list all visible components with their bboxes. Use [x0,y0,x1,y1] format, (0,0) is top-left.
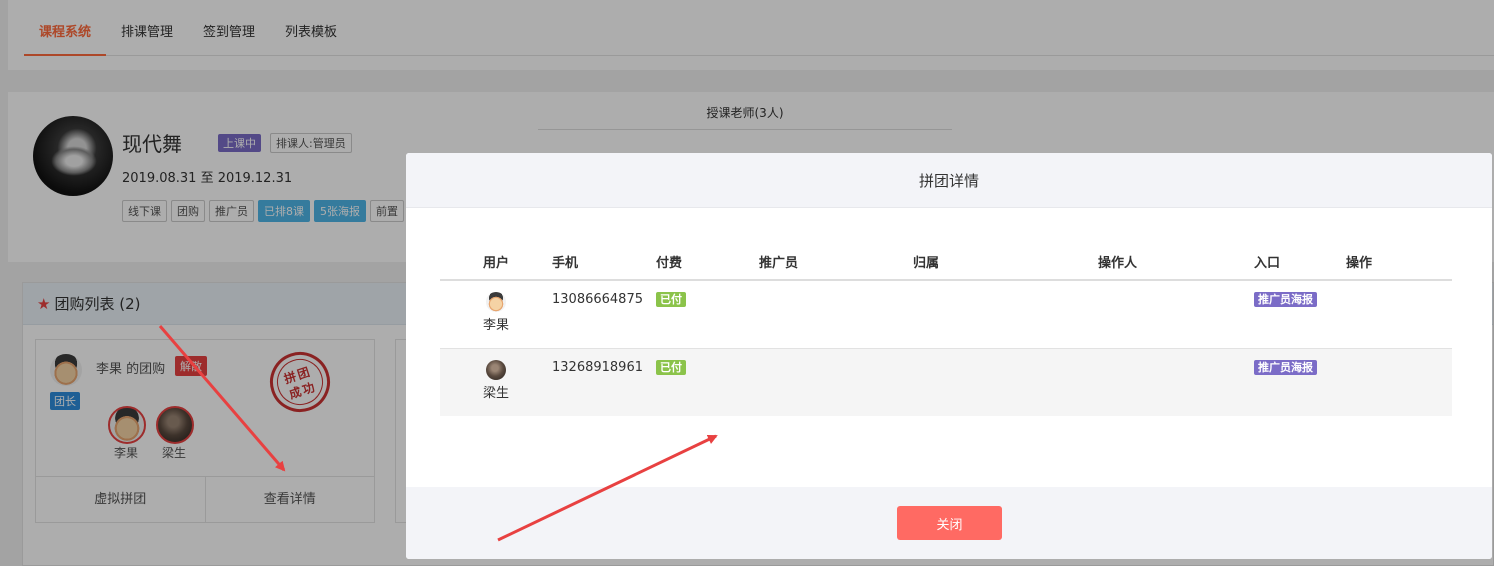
column-header: 推广员 [759,243,913,281]
table-row: 梁生 13268918961 已付 推广员海报 [440,348,1452,416]
modal-title: 拼团详情 [406,153,1492,208]
operator-cell [1098,348,1254,416]
belong-cell [913,280,1098,349]
column-header: 手机 [552,243,656,281]
user-cell: 梁生 [440,348,552,416]
column-header: 付费 [656,243,759,281]
belong-cell [913,348,1098,416]
table-header-row: 用户 手机 付费 推广员 归属 操作人 入口 操作 [440,243,1452,281]
column-header: 归属 [913,243,1098,281]
action-cell [1346,348,1452,416]
user-name: 梁生 [482,385,509,401]
table-row: 李果 13086664875 已付 推广员海报 [440,280,1452,349]
paid-cell: 已付 [656,280,759,349]
user-cell: 李果 [440,280,552,349]
entry-cell: 推广员海报 [1254,348,1346,416]
paid-cell: 已付 [656,348,759,416]
column-header: 操作 [1346,243,1452,281]
phone-cell: 13086664875 [552,280,656,349]
entry-cell: 推广员海报 [1254,280,1346,349]
group-detail-modal: 拼团详情 用户 手机 付费 推广员 归属 操作人 入口 操作 李果 130866… [406,153,1492,559]
paid-badge: 已付 [656,292,686,307]
operator-cell [1098,280,1254,349]
user-name: 李果 [482,318,509,333]
paid-badge: 已付 [656,359,686,375]
entry-badge: 推广员海报 [1254,292,1317,307]
avatar [486,359,506,380]
promoter-cell [759,348,913,416]
column-header: 入口 [1254,243,1346,281]
avatar [486,292,506,312]
column-header: 操作人 [1098,243,1254,281]
action-cell [1346,280,1452,349]
promoter-cell [759,280,913,349]
phone-cell: 13268918961 [552,348,656,416]
close-button[interactable]: 关闭 [897,506,1002,540]
modal-footer: 关闭 [406,487,1492,559]
column-header: 用户 [440,243,552,281]
entry-badge: 推广员海报 [1254,359,1317,375]
members-table: 用户 手机 付费 推广员 归属 操作人 入口 操作 李果 13086664875… [440,243,1452,416]
